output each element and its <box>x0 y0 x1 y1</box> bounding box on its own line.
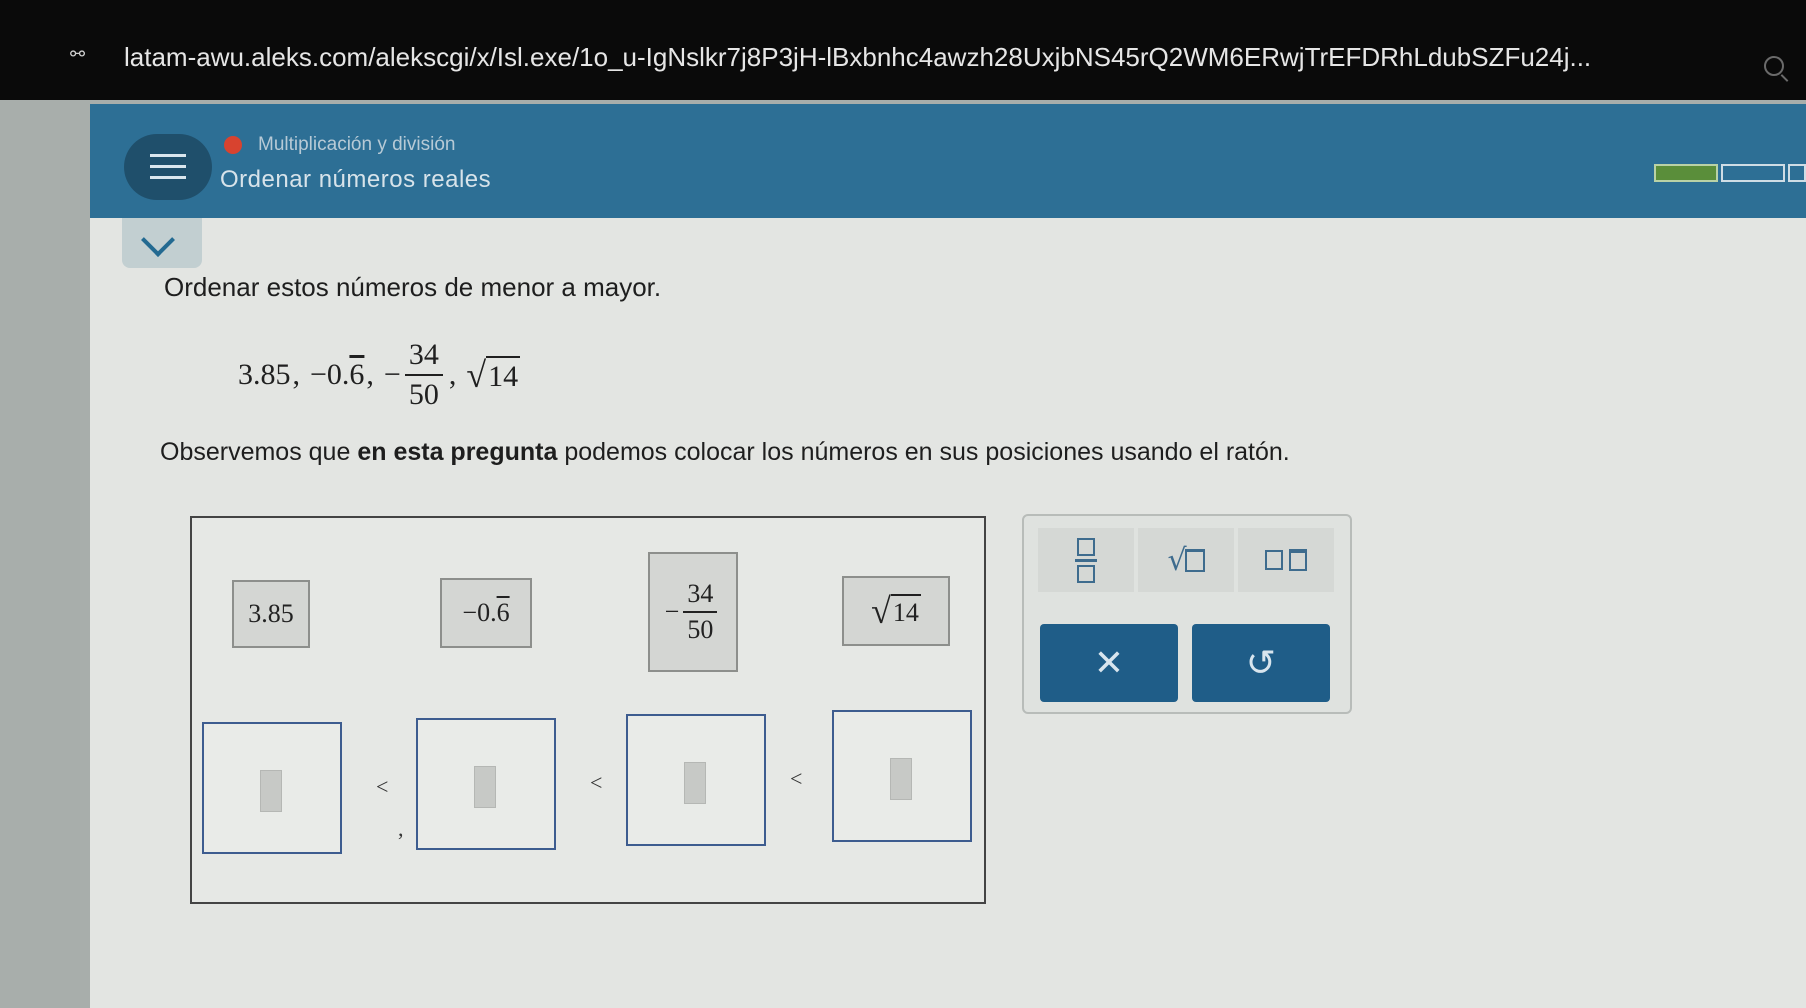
slot-placeholder <box>684 762 706 804</box>
answer-slot-3[interactable] <box>626 714 766 846</box>
separator: , <box>366 358 374 391</box>
tile-radicand: 14 <box>890 594 921 628</box>
fraction-numerator: 34 <box>404 338 443 376</box>
answer-slot-2[interactable] <box>416 718 556 850</box>
fraction-icon-box <box>1077 564 1095 583</box>
math-keypad: √ ✕ ↺ <box>1022 514 1352 714</box>
tile-label: 3.85 <box>248 599 294 628</box>
fraction-icon <box>1075 537 1097 583</box>
draggable-tile-repeating[interactable]: −0. 6 <box>440 578 532 648</box>
draggable-tile-sqrt[interactable]: √ 14 <box>842 576 950 646</box>
hamburger-icon <box>150 154 186 157</box>
repeating-decimal-icon <box>1265 550 1283 570</box>
chevron-down-icon <box>141 223 175 257</box>
sqrt-radicand: 14 <box>486 356 521 394</box>
status-dot-icon <box>224 136 242 154</box>
note-text: podemos colocar los números en sus posic… <box>557 438 1290 466</box>
fraction-denominator: 50 <box>408 378 439 411</box>
number-sqrt: √ 14 <box>466 355 521 395</box>
slot-placeholder <box>260 770 282 812</box>
tile-fraction: 34 50 <box>683 579 718 645</box>
number-fraction: − 34 50 <box>384 338 447 412</box>
answer-slot-1[interactable] <box>202 722 342 854</box>
slot-placeholder <box>474 766 496 808</box>
answer-slot-4[interactable] <box>832 710 972 842</box>
progress-bar <box>1654 164 1806 182</box>
undo-icon: ↺ <box>1245 642 1277 684</box>
comma-mark: , <box>398 816 404 841</box>
slot-placeholder <box>890 758 912 800</box>
aleks-app: Multiplicación y división Ordenar número… <box>90 104 1806 1008</box>
hamburger-icon-line <box>150 165 186 168</box>
fraction-icon-bar <box>1075 558 1097 562</box>
note-text: Observemos que <box>160 438 358 466</box>
ordering-work-area: 3.85 −0. 6 − 34 50 √ 14 < , < < <box>190 516 986 904</box>
tile-denominator: 50 <box>687 615 714 644</box>
clear-button[interactable]: ✕ <box>1040 624 1178 702</box>
less-than-sign: < <box>376 774 389 799</box>
hamburger-icon-line <box>150 176 186 179</box>
progress-segment <box>1654 164 1718 182</box>
undo-button[interactable]: ↺ <box>1192 624 1330 702</box>
tile-numerator: 34 <box>683 579 718 613</box>
progress-segment <box>1787 164 1806 182</box>
topic-header: Multiplicación y división Ordenar número… <box>90 104 1806 218</box>
repeating-decimal-icon-box <box>1289 549 1307 571</box>
tile-int: −0. <box>462 598 497 627</box>
menu-button[interactable] <box>124 134 212 200</box>
less-than-sign: < <box>790 766 803 791</box>
less-than-sign: < <box>590 770 603 795</box>
draggable-tile-3-85[interactable]: 3.85 <box>232 580 310 648</box>
number-repeating: −0. 6 <box>310 358 364 392</box>
fraction-key[interactable] <box>1038 528 1134 592</box>
note-bold: en esta pregunta <box>357 438 558 466</box>
site-settings-icon[interactable]: ⚯ <box>70 44 94 65</box>
repeating-int: −0. <box>310 358 350 391</box>
tile-sign: − <box>664 597 680 626</box>
sqrt-key[interactable]: √ <box>1138 528 1234 592</box>
instruction-note: Observemos que en esta pregunta podemos … <box>160 438 1290 467</box>
separator: , <box>448 358 457 391</box>
repeating-digit: 6 <box>349 358 365 391</box>
number-decimal: 3.85 <box>238 358 291 391</box>
draggable-tile-fraction[interactable]: − 34 50 <box>648 552 738 672</box>
topic-title: Multiplicación y división <box>258 134 456 155</box>
fraction-icon-box <box>1077 537 1095 556</box>
fraction-sign: − <box>383 358 401 391</box>
sqrt-icon-box <box>1184 548 1205 572</box>
separator: , <box>292 358 301 391</box>
repeating-decimal-key[interactable] <box>1238 528 1334 592</box>
progress-segment <box>1720 164 1785 182</box>
collapse-toggle[interactable] <box>122 218 202 268</box>
fraction: 34 50 <box>404 338 443 412</box>
url-text[interactable]: latam-awu.aleks.com/alekscgi/x/Isl.exe/1… <box>124 42 1724 73</box>
close-icon: ✕ <box>1093 642 1125 684</box>
subtopic-title: Ordenar números reales <box>220 166 492 193</box>
zoom-icon[interactable] <box>1764 56 1784 76</box>
sqrt-symbol: √ <box>466 355 487 395</box>
question-instruction: Ordenar estos números de menor a mayor. <box>164 272 662 302</box>
tile-sqrt-symbol: √ <box>871 591 891 631</box>
tile-rep: 6 <box>496 598 510 627</box>
numbers-expression: 3.85 , −0. 6 , − 34 50 , √ 14 <box>238 330 521 420</box>
browser-address-bar: ⚯ latam-awu.aleks.com/alekscgi/x/Isl.exe… <box>0 0 1806 100</box>
